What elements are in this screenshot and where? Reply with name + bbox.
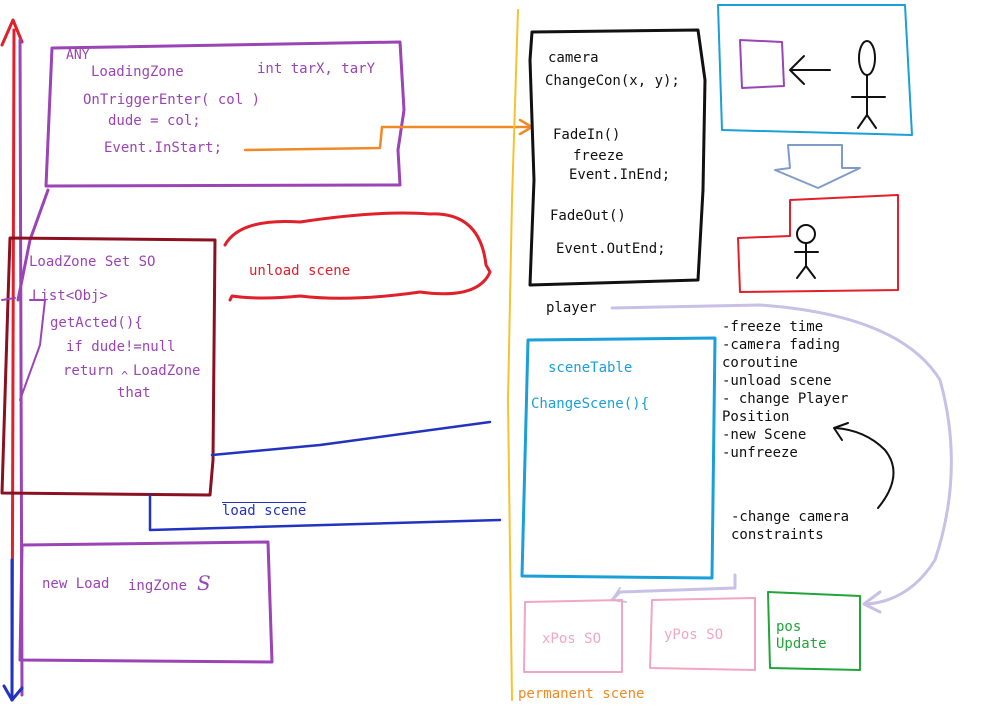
scene-divider xyxy=(507,9,519,701)
load-zone-set-list: List<Obj> xyxy=(32,288,108,304)
load-scene-label: load scene xyxy=(222,503,307,519)
new-scene-view-box xyxy=(737,194,899,293)
camera-freeze: freeze xyxy=(573,148,624,164)
new-loading-zone-label-c: S xyxy=(197,571,211,595)
caret-mark: ^ xyxy=(121,369,129,383)
loading-zone-fields: int tarX, tarY xyxy=(257,61,376,77)
step-coroutine: coroutine xyxy=(722,355,798,371)
change-camera-constraints-1: -change camera xyxy=(731,509,850,525)
step-freeze-time: -freeze time xyxy=(722,319,824,335)
camera-out-end: Event.OutEnd; xyxy=(556,241,666,257)
camera-view-box xyxy=(717,4,913,136)
pos-label: pos xyxy=(776,619,802,635)
unload-scene-cloud xyxy=(223,211,492,302)
constraints-arrow xyxy=(834,427,895,509)
loading-zone-title: LoadingZone xyxy=(91,64,184,80)
loading-zone-trigger: OnTriggerEnter( col ) xyxy=(83,92,261,108)
ypos-label: yPos SO xyxy=(664,627,724,643)
load-zone-set-that: that xyxy=(117,385,151,401)
blue-line-lower xyxy=(148,493,502,532)
load-zone-set-title: LoadZone Set SO xyxy=(29,254,156,270)
player-label: player xyxy=(546,300,597,316)
new-loading-zone-label-b: ingZone xyxy=(128,578,188,594)
camera-fade-out: FadeOut() xyxy=(550,208,626,224)
blue-line-upper xyxy=(210,420,492,457)
camera-fade-in: FadeIn() xyxy=(553,127,621,143)
scene-table-title: sceneTable xyxy=(548,360,633,376)
camera-title: camera xyxy=(548,50,599,66)
loading-zone-event: Event.InStart; xyxy=(104,140,223,156)
load-zone-set-return: return xyxy=(63,363,114,379)
change-camera-constraints-2: constraints xyxy=(731,527,824,543)
load-zone-set-condition: if dude!=null xyxy=(66,339,176,355)
transition-arrow xyxy=(774,144,861,189)
new-loading-zone-box xyxy=(18,540,274,664)
step-new-scene: -new Scene xyxy=(722,427,807,443)
step-unload-scene: -unload scene xyxy=(722,373,832,389)
step-unfreeze: -unfreeze xyxy=(722,445,798,461)
loading-zone-any: ANY xyxy=(66,48,90,63)
purple-connector xyxy=(16,188,50,302)
load-zone-set-method: getActed(){ xyxy=(50,315,143,331)
scene-table-method: ChangeScene(){ xyxy=(531,396,650,412)
xpos-label: xPos SO xyxy=(542,631,602,647)
permanent-scene-label: permanent scene xyxy=(518,686,645,702)
step-change-player: - change Player xyxy=(722,391,849,407)
loading-zone-assign: dude = col; xyxy=(108,113,201,129)
unload-scene-label: unload scene xyxy=(249,263,351,279)
step-camera-fading: -camera fading xyxy=(722,337,841,353)
update-label: Update xyxy=(776,636,827,652)
load-zone-set-return-value: LoadZone xyxy=(133,363,201,379)
step-position: Position xyxy=(722,409,790,425)
camera-change-con: ChangeCon(x, y); xyxy=(545,73,680,89)
new-loading-zone-label-a: new Load xyxy=(42,576,110,592)
orange-arrow xyxy=(243,118,534,152)
camera-in-end: Event.InEnd; xyxy=(569,167,671,183)
